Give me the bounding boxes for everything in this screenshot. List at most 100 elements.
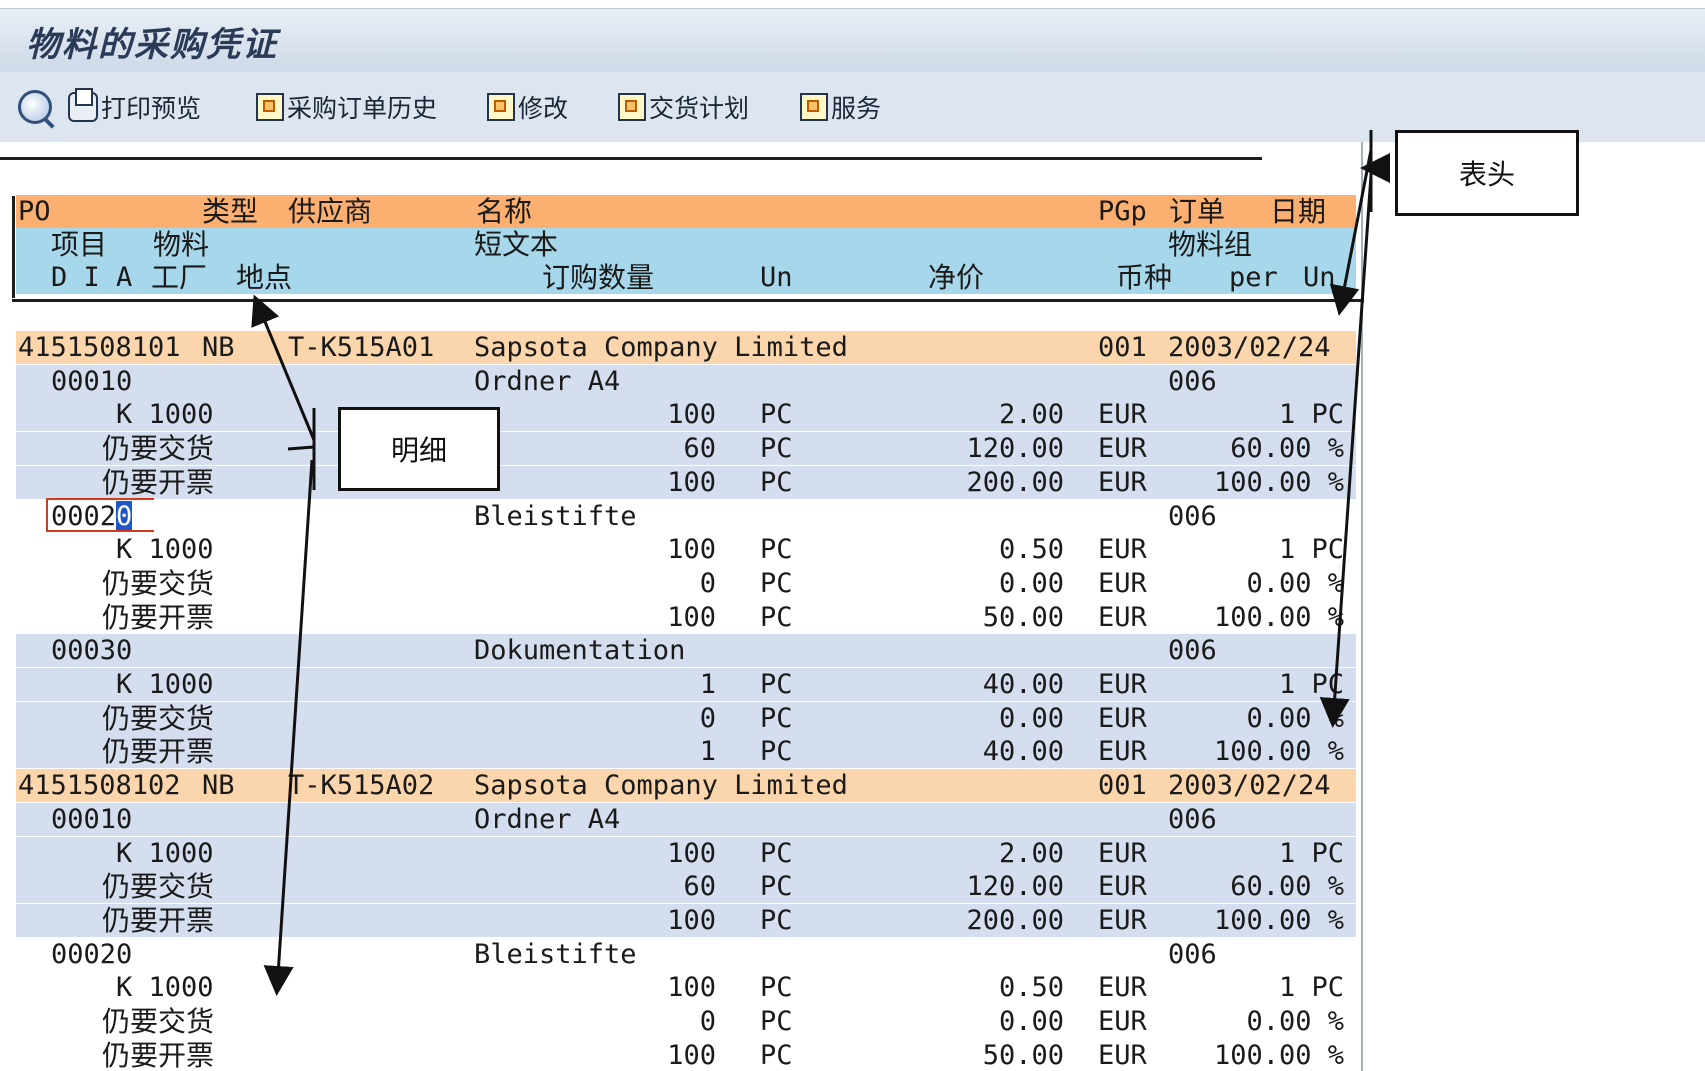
net-price: 0.00 [998,567,1064,599]
detail-label: 仍要开票 [102,600,215,634]
services-button[interactable]: 服务 [800,90,881,124]
currency: EUR [1098,736,1147,768]
net-price: 2.00 [998,837,1064,869]
col-per: per [1229,262,1278,293]
per-value: 100.00 % [1213,466,1344,498]
title-bar: 物料的采购凭证 [0,8,1705,73]
po-history-button[interactable]: 采购订单历史 [256,90,437,124]
po-history-label: 采购订单历史 [287,94,438,123]
col-po: PO [18,196,51,227]
currency: EUR [1098,702,1147,734]
detail-row[interactable]: K 1000 100 PC 2.00 EUR 1 PC [16,836,1356,870]
find-button[interactable] [18,90,52,124]
detail-row[interactable]: 仍要开票 100 PC 50.00 EUR 100.00 % [16,600,1356,634]
currency: EUR [1098,534,1147,566]
find-icon [18,90,52,124]
quantity: 100 [667,601,716,633]
currency: EUR [1098,433,1147,465]
vendor-name: Sapsota Company Limited [474,332,848,363]
detail-label: 仍要交货 [102,870,215,904]
net-price: 0.00 [998,1006,1064,1037]
po-number: 4151508101 [18,332,181,363]
item-row[interactable]: 00030 Dokumentation 006 [16,634,1356,668]
print-preview-button[interactable]: 打印预览 [68,88,202,124]
detail-row[interactable]: K 1000 1 PC 40.00 EUR 1 PC [16,668,1356,701]
per-value: 1 PC [1278,972,1344,1004]
currency: EUR [1098,972,1147,1004]
document-icon [256,93,284,121]
purchasing-group: 001 [1098,770,1147,802]
col-plant: 工厂 [151,261,208,294]
col-dia: D I A [51,262,133,293]
item-row[interactable]: 00010 Ordner A4 006 [16,364,1356,398]
delivery-schedule-button[interactable]: 交货计划 [618,90,749,124]
po-number: 4151508102 [18,770,181,802]
callout-header: 表头 [1395,130,1579,216]
detail-row[interactable]: K 1000 100 PC 0.50 EUR 1 PC [16,533,1356,567]
po-date: 2003/02/24 [1168,332,1331,363]
col-short-text: 短文本 [474,228,559,261]
detail-row[interactable]: 仍要开票 100 PC 200.00 EUR 100.00 % [16,465,1356,499]
detail-label: K 1000 [116,837,214,869]
detail-row[interactable]: 仍要开票 100 PC 200.00 EUR 100.00 % [16,903,1356,937]
detail-label: K 1000 [116,534,214,566]
selection-bracket [46,497,154,532]
col-material: 物料 [153,228,210,261]
print-icon [68,88,98,122]
net-price: 200.00 [966,466,1064,498]
detail-label: 仍要开票 [102,735,215,769]
per-value: 1 PC [1278,399,1344,431]
print-preview-label: 打印预览 [101,94,202,123]
net-price: 40.00 [982,736,1064,768]
col-currency: 币种 [1116,261,1173,294]
unit: PC [760,972,793,1004]
detail-row[interactable]: K 1000 100 PC 2.00 EUR 1 PC [16,398,1356,432]
quantity: 60 [683,871,716,903]
unit: PC [760,1039,793,1071]
detail-row[interactable]: 仍要开票 1 PC 40.00 EUR 100.00 % [16,735,1356,769]
item-row[interactable]: 00020 Bleistifte 006 [16,937,1356,971]
po-type: NB [202,332,235,363]
header-divider [12,299,1364,302]
net-price: 200.00 [966,904,1064,936]
short-text: Ordner A4 [474,803,621,835]
detail-row[interactable]: 仍要交货 0 PC 0.00 EUR 0.00 % [16,566,1356,600]
net-price: 0.50 [998,534,1064,566]
quantity: 1 [699,736,716,768]
callout-detail: 明细 [338,407,500,491]
detail-row[interactable]: 仍要交货 60 PC 120.00 EUR 60.00 % [16,432,1356,466]
column-header-row-detail: D I A 工厂 地点 订购数量 Un 净价 币种 per Un [16,261,1356,294]
delivery-schedule-label: 交货计划 [649,94,750,123]
detail-label: 仍要交货 [102,1005,215,1038]
quantity: 100 [667,466,716,498]
unit: PC [760,702,793,734]
detail-row[interactable]: K 1000 100 PC 0.50 EUR 1 PC [16,971,1356,1005]
short-text: Dokumentation [474,635,686,667]
per-value: 100.00 % [1213,601,1344,633]
vendor-id: T-K515A01 [288,332,435,363]
po-header-row[interactable]: 4151508102 NB T-K515A02 Sapsota Company Lim… [16,769,1356,803]
unit: PC [760,1006,793,1037]
unit: PC [760,904,793,936]
detail-row[interactable]: 仍要开票 100 PC 50.00 EUR 100.00 % [16,1038,1356,1071]
currency: EUR [1098,871,1147,903]
col-location: 地点 [236,261,293,294]
item-row[interactable]: 00010 Ordner A4 006 [16,802,1356,836]
document-icon [618,93,646,121]
po-header-row[interactable]: 4151508101 NB T-K515A01 Sapsota Company Lim… [16,331,1356,364]
currency: EUR [1098,399,1147,431]
per-value: 0.00 % [1246,1006,1344,1037]
col-material-group: 物料组 [1168,228,1253,261]
unit: PC [760,567,793,599]
services-label: 服务 [831,94,882,123]
unit: PC [760,837,793,869]
material-group: 006 [1168,365,1217,397]
separator-line [0,157,1262,160]
detail-row[interactable]: 仍要交货 0 PC 0.00 EUR 0.00 % [16,701,1356,735]
screen: 物料的采购凭证 打印预览 采购订单历史 修改 交货计划 服务 PO 类型 供应商… [0,0,1705,1071]
item-row[interactable]: 00020 Bleistifte 006 [16,497,1356,533]
detail-row[interactable]: 仍要交货 0 PC 0.00 EUR 0.00 % [16,1005,1356,1038]
col-net-price: 净价 [928,261,985,294]
detail-row[interactable]: 仍要交货 60 PC 120.00 EUR 60.00 % [16,870,1356,904]
change-button[interactable]: 修改 [487,90,568,124]
